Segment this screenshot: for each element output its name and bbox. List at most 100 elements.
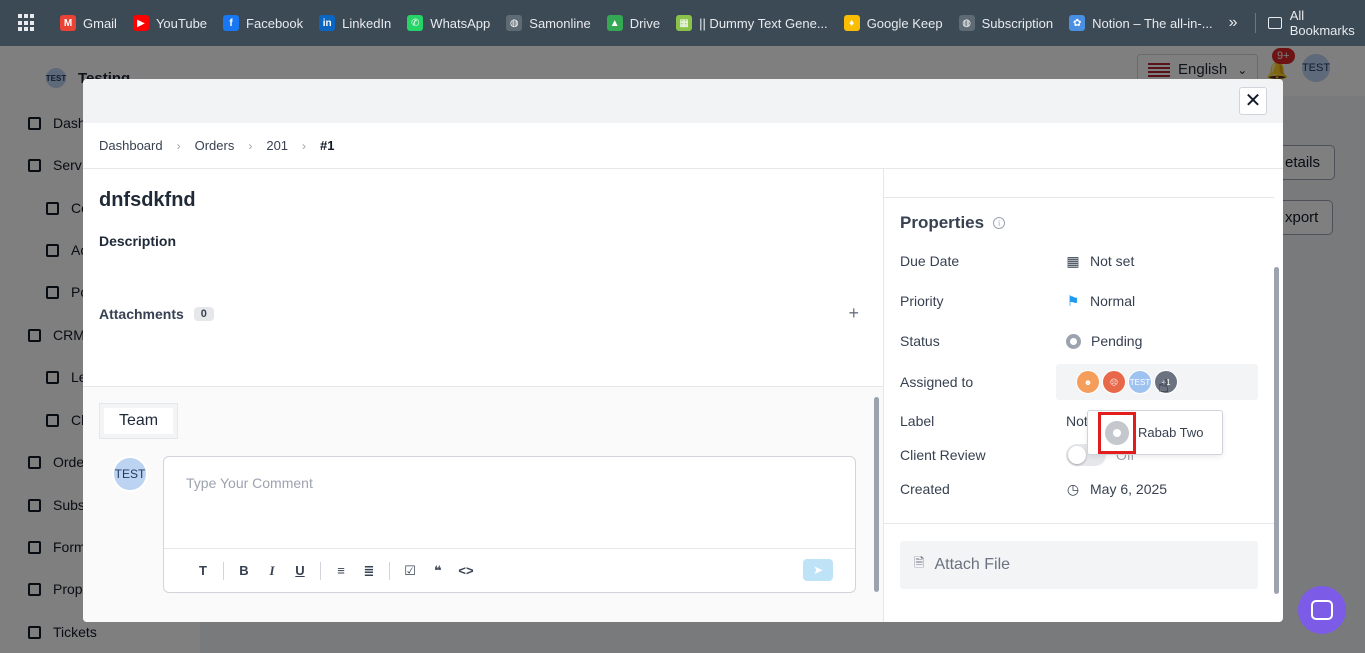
apps-grid-icon[interactable]: [18, 14, 34, 32]
bookmark-item[interactable]: ♦ Google Keep: [843, 15, 943, 31]
tab-team[interactable]: Team: [99, 403, 179, 439]
drive-icon: ▲: [606, 15, 623, 31]
chevron-right-icon: ›: [248, 138, 253, 153]
chevron-double-right-icon[interactable]: »: [1229, 14, 1238, 32]
bookmark-item[interactable]: in LinkedIn: [319, 15, 391, 31]
divider: [884, 523, 1274, 524]
bookmark-item[interactable]: ▲ Drive: [606, 15, 660, 31]
globe-icon: ◍: [958, 15, 975, 31]
bookmark-label: Gmail: [83, 15, 117, 31]
task-title[interactable]: dnfsdkfnd: [99, 189, 196, 212]
hand-cursor-icon: ☝: [1158, 376, 1169, 396]
bookmark-item[interactable]: ▦ || Dummy Text Gene...: [676, 15, 828, 31]
bookmark-label: Subscription: [981, 15, 1054, 31]
attach-file-button[interactable]: 🗎 Attach File: [900, 541, 1258, 589]
status-ring-icon: [1066, 333, 1081, 349]
breadcrumb-current: #1: [320, 138, 335, 153]
comment-input[interactable]: Type Your Comment: [186, 475, 313, 491]
bookmark-item[interactable]: ✿ Notion – The all-in-...: [1069, 15, 1213, 31]
comment-editor[interactable]: Type Your Comment T B I U ≡ ≣ ☑ ❝ <> ➤: [163, 456, 856, 593]
chevron-right-icon: ›: [302, 138, 307, 153]
ordered-list-button[interactable]: ≡: [327, 563, 355, 578]
bookmark-item[interactable]: f Facebook: [223, 15, 303, 31]
task-modal: ✕ Dashboard › Orders › 201 › #1 dnfsdkfn…: [83, 79, 1283, 622]
properties-title-text: Properties: [900, 213, 985, 232]
toolbar-separator: [223, 561, 224, 580]
linkedin-icon: in: [319, 15, 336, 31]
task-main-panel: dnfsdkfnd Description Attachments 0 + Te…: [83, 169, 883, 622]
bold-button[interactable]: B: [230, 563, 258, 578]
bookmark-item[interactable]: ◍ Samonline: [506, 15, 591, 31]
chat-icon: [1311, 600, 1333, 620]
bookmark-item[interactable]: ◍ Subscription: [958, 15, 1054, 31]
whatsapp-icon: ✆: [407, 15, 424, 31]
priority-text: Normal: [1090, 293, 1136, 309]
divider: [884, 197, 1274, 198]
youtube-icon: ▶: [132, 15, 149, 31]
breadcrumb-dashboard[interactable]: Dashboard: [99, 138, 163, 153]
comments-scrollbar[interactable]: [874, 397, 879, 592]
assignee-avatar[interactable]: ☹: [1102, 370, 1126, 394]
bookmark-item[interactable]: ✆ WhatsApp: [407, 15, 490, 31]
checklist-button[interactable]: ☑: [396, 563, 424, 579]
client-review-label: Client Review: [900, 447, 986, 463]
status-label: Status: [900, 333, 940, 349]
quote-button[interactable]: ❝: [424, 563, 452, 579]
bookmark-item[interactable]: ▶ YouTube: [132, 15, 207, 31]
bookmark-label: || Dummy Text Gene...: [699, 15, 828, 31]
due-date-value[interactable]: ▦ Not set: [1066, 253, 1134, 270]
assignee-avatar[interactable]: ☻: [1076, 370, 1100, 394]
status-value[interactable]: Pending: [1066, 333, 1142, 349]
attach-file-label: Attach File: [934, 556, 1011, 573]
clock-icon: ◷: [1066, 480, 1080, 497]
folder-icon: [1268, 17, 1282, 29]
assignee-avatar[interactable]: TEST: [1128, 370, 1152, 394]
info-icon[interactable]: i: [993, 217, 1006, 229]
assigned-row: Assigned to ☻ ☹ TEST +1: [900, 364, 1260, 400]
label-value[interactable]: Not: [1066, 413, 1088, 429]
bookmark-label: Google Keep: [866, 15, 943, 31]
due-date-label: Due Date: [900, 253, 960, 269]
close-button[interactable]: ✕: [1239, 87, 1267, 115]
created-text: May 6, 2025: [1090, 481, 1168, 497]
breadcrumb: Dashboard › Orders › 201 › #1: [83, 123, 1283, 169]
bookmark-label: Samonline: [529, 15, 591, 31]
bookmark-label: LinkedIn: [342, 15, 392, 31]
bookmark-item[interactable]: M Gmail: [60, 15, 117, 31]
dummy-text-icon: ▦: [676, 15, 693, 31]
code-button[interactable]: <>: [452, 563, 480, 578]
bookmark-label: WhatsApp: [430, 15, 491, 31]
underline-button[interactable]: U: [286, 563, 314, 578]
bookmarks-more: » All Bookmarks: [1229, 8, 1358, 38]
send-comment-button[interactable]: ➤: [803, 559, 833, 581]
toolbar-separator: [389, 561, 390, 580]
bookmarks-separator: [1255, 13, 1257, 33]
attachments-label: Attachments: [99, 305, 184, 322]
italic-button[interactable]: I: [258, 563, 286, 579]
bullet-list-button[interactable]: ≣: [355, 563, 383, 579]
highlight-box: [1098, 411, 1136, 454]
bookmark-label: Facebook: [246, 15, 304, 31]
assignee-tooltip: Rabab Two: [1087, 410, 1223, 455]
chat-launcher-button[interactable]: [1298, 586, 1346, 634]
commenter-avatar: TEST: [112, 456, 148, 492]
priority-value[interactable]: ⚑ Normal: [1066, 293, 1135, 310]
modal-header: ✕: [83, 79, 1283, 123]
created-label: Created: [900, 481, 950, 497]
calendar-icon: ▦: [1066, 252, 1080, 269]
text-style-button[interactable]: T: [189, 563, 217, 578]
gmail-icon: M: [60, 15, 76, 31]
description-label: Description: [99, 233, 177, 249]
all-bookmarks-link[interactable]: All Bookmarks: [1290, 8, 1358, 38]
created-value: ◷ May 6, 2025: [1066, 481, 1167, 498]
breadcrumb-orders[interactable]: Orders: [195, 138, 235, 153]
priority-label: Priority: [900, 293, 944, 309]
properties-scrollbar[interactable]: [1274, 267, 1279, 594]
globe-icon: ◍: [506, 15, 523, 31]
bookmarks-bar: M Gmail ▶ YouTube f Facebook in LinkedIn ✆ WhatsA…: [0, 0, 1365, 46]
add-attachment-button[interactable]: +: [848, 303, 859, 324]
tab-team-label: Team: [104, 408, 174, 434]
assigned-label: Assigned to: [900, 374, 974, 390]
breadcrumb-order-201[interactable]: 201: [266, 138, 288, 153]
due-date-text: Not set: [1090, 253, 1135, 269]
